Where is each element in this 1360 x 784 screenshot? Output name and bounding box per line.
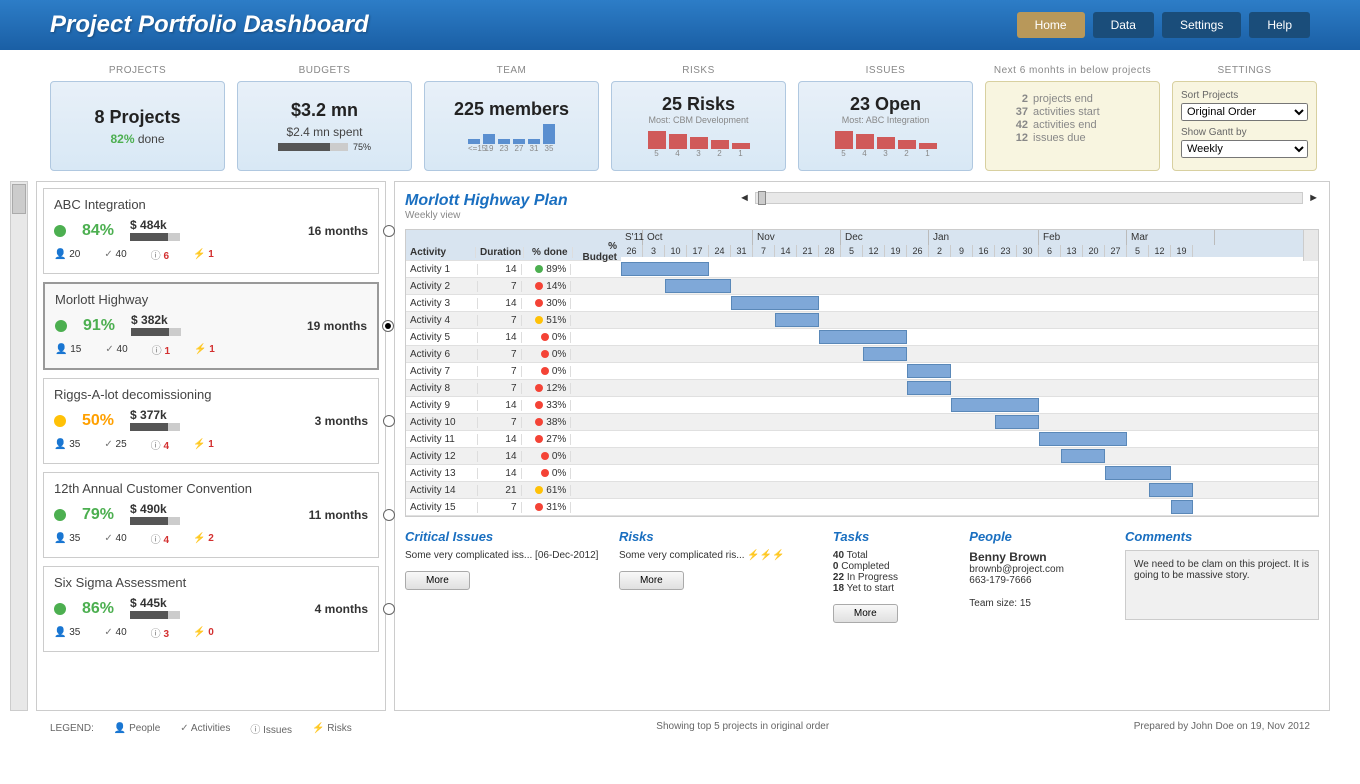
projects-label: PROJECTS — [109, 65, 166, 76]
summary-card: 2projects end37activities start42activit… — [985, 81, 1160, 171]
team-label: TEAM — [497, 65, 527, 76]
budget-bar — [278, 143, 348, 151]
tasks-more-button[interactable]: More — [833, 604, 898, 623]
project-card[interactable]: Morlott Highway 91% $ 382k 19 months 👤 1… — [43, 282, 379, 370]
issue-bars — [811, 125, 960, 149]
gantt-next-icon[interactable]: ► — [1308, 192, 1319, 204]
people-title: People — [969, 529, 1105, 544]
project-card[interactable]: Riggs-A-lot decomissioning 50% $ 377k 3 … — [43, 378, 379, 464]
gantt-chart: Activity Duration % done % Budget S'11Oc… — [405, 229, 1319, 517]
left-scrollbar[interactable] — [10, 181, 28, 711]
budgets-label: BUDGETS — [299, 65, 351, 76]
issues-label: ISSUES — [866, 65, 906, 76]
risks-title: Risks — [619, 529, 813, 544]
project-radio[interactable] — [383, 509, 395, 521]
comments-box[interactable]: We need to be clam on this project. It i… — [1125, 550, 1319, 620]
project-radio[interactable] — [383, 603, 395, 615]
footer-right: Prepared by John Doe on 19, Nov 2012 — [1134, 721, 1310, 736]
summary-label: Next 6 monhts in below projects — [994, 65, 1151, 76]
risk-bars — [624, 125, 773, 149]
team-card[interactable]: 225 members <=151923273135 — [424, 81, 599, 171]
budgets-card[interactable]: $3.2 mn $2.4 mn spent 75% — [237, 81, 412, 171]
project-list: ABC Integration 84% $ 484k 16 months 👤 2… — [36, 181, 386, 711]
risks-card[interactable]: 25 Risks Most: CBM Development 54321 — [611, 81, 786, 171]
critical-more-button[interactable]: More — [405, 571, 470, 590]
nav-home[interactable]: Home — [1017, 12, 1085, 38]
comments-title: Comments — [1125, 529, 1319, 544]
team-bars — [437, 120, 586, 144]
detail-panel: Morlott Highway Plan Weekly view ◄ ► Act… — [394, 181, 1330, 711]
page-title: Project Portfolio Dashboard — [50, 11, 369, 39]
nav-data[interactable]: Data — [1093, 12, 1154, 38]
nav-settings[interactable]: Settings — [1162, 12, 1241, 38]
detail-subtitle: Weekly view — [405, 210, 568, 221]
project-radio[interactable] — [382, 320, 394, 332]
projects-card[interactable]: 8 Projects 82% done — [50, 81, 225, 171]
nav-help[interactable]: Help — [1249, 12, 1310, 38]
risks-more-button[interactable]: More — [619, 571, 684, 590]
gantt-prev-icon[interactable]: ◄ — [739, 192, 750, 204]
footer-center: Showing top 5 projects in original order — [656, 721, 829, 736]
tasks-title: Tasks — [833, 529, 949, 544]
project-card[interactable]: 12th Annual Customer Convention 79% $ 49… — [43, 472, 379, 558]
project-card[interactable]: ABC Integration 84% $ 484k 16 months 👤 2… — [43, 188, 379, 274]
gantt-select[interactable]: Weekly — [1181, 140, 1308, 158]
gantt-slider[interactable] — [755, 192, 1303, 204]
sort-select[interactable]: Original Order — [1181, 103, 1308, 121]
project-radio[interactable] — [383, 415, 395, 427]
settings-label: SETTINGS — [1217, 65, 1271, 76]
risks-label: RISKS — [682, 65, 715, 76]
gantt-scrollbar[interactable] — [1303, 230, 1318, 261]
settings-card: Sort Projects Original Order Show Gantt … — [1172, 81, 1317, 171]
issues-card[interactable]: 23 Open Most: ABC Integration 54321 — [798, 81, 973, 171]
project-radio[interactable] — [383, 225, 395, 237]
critical-title: Critical Issues — [405, 529, 599, 544]
project-card[interactable]: Six Sigma Assessment 86% $ 445k 4 months… — [43, 566, 379, 652]
detail-title: Morlott Highway Plan — [405, 192, 568, 210]
legend: LEGEND: 👤 People ✓ Activities ⓘ Issues ⚡… — [50, 721, 352, 736]
